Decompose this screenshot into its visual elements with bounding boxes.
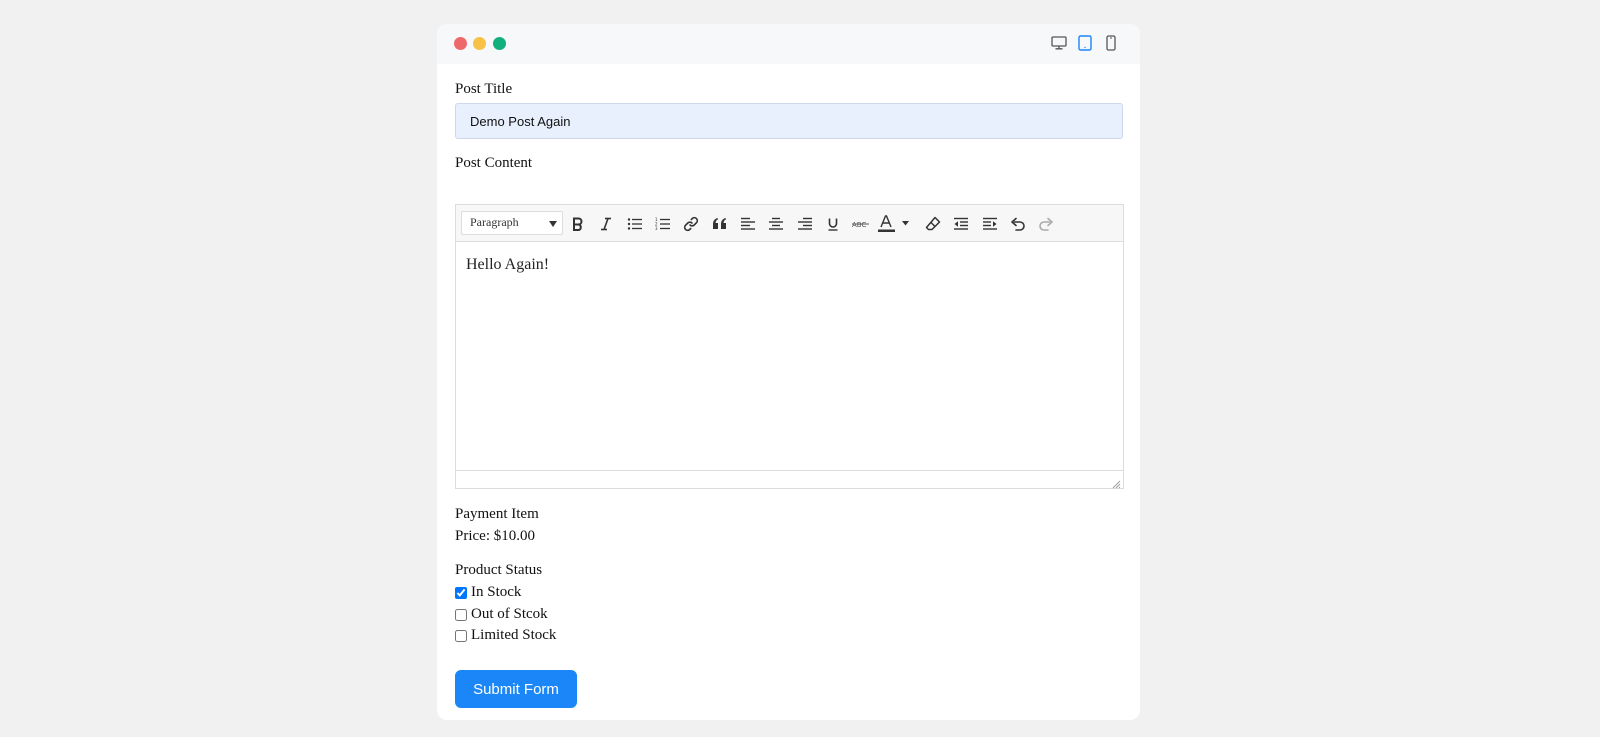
payment-item-label: Payment Item <box>455 506 539 522</box>
chevron-down-icon <box>549 221 557 227</box>
strikethrough-icon[interactable]: ABC <box>848 211 874 237</box>
maximize-window-button[interactable] <box>493 37 506 50</box>
in-stock-label: In Stock <box>471 584 522 600</box>
underline-icon[interactable] <box>820 211 846 237</box>
editor-toolbar: Paragraph 123 ABC <box>456 205 1123 242</box>
bold-icon[interactable] <box>565 211 591 237</box>
editor-statusbar <box>456 470 1123 489</box>
editor-content-area[interactable]: Hello Again! <box>456 242 1123 469</box>
numbered-list-icon[interactable]: 123 <box>650 211 676 237</box>
resize-handle-icon[interactable] <box>1111 476 1121 489</box>
text-color-icon[interactable] <box>876 211 912 237</box>
blockquote-icon[interactable] <box>707 211 733 237</box>
undo-icon[interactable] <box>1005 211 1031 237</box>
rich-text-editor: Paragraph 123 ABC Hello Again! <box>455 204 1124 489</box>
post-content-label: Post Content <box>455 155 533 171</box>
editor-body-text: Hello Again! <box>466 256 550 273</box>
product-status-label: Product Status <box>455 562 543 578</box>
out-of-stock-label: Out of Stcok <box>471 606 548 622</box>
close-window-button[interactable] <box>454 37 467 50</box>
italic-icon[interactable] <box>593 211 619 237</box>
desktop-icon[interactable] <box>1050 33 1068 53</box>
app-window: Post Title Post Content Paragraph <box>437 24 1140 720</box>
clear-formatting-icon[interactable] <box>920 211 946 237</box>
out-of-stock-checkbox[interactable] <box>455 608 467 621</box>
redo-icon[interactable] <box>1033 211 1059 237</box>
align-center-icon[interactable] <box>763 211 789 237</box>
svg-text:3: 3 <box>655 226 658 231</box>
outdent-icon[interactable] <box>948 211 974 237</box>
post-title-label: Post Title <box>455 81 513 97</box>
link-icon[interactable] <box>678 211 704 237</box>
limited-stock-label: Limited Stock <box>471 627 557 643</box>
limited-stock-checkbox[interactable] <box>455 629 467 642</box>
post-title-input[interactable] <box>455 103 1123 139</box>
bullet-list-icon[interactable] <box>622 211 648 237</box>
window-titlebar <box>437 24 1140 64</box>
submit-form-button[interactable]: Submit Form <box>455 670 577 708</box>
device-preview-switcher <box>1050 33 1120 53</box>
block-format-select[interactable]: Paragraph <box>461 211 563 235</box>
status-option-limited-stock[interactable]: Limited Stock <box>455 627 556 644</box>
tablet-icon[interactable] <box>1076 33 1094 53</box>
status-option-out-of-stock[interactable]: Out of Stcok <box>455 606 548 623</box>
minimize-window-button[interactable] <box>473 37 486 50</box>
in-stock-checkbox[interactable] <box>455 586 467 599</box>
svg-text:ABC: ABC <box>852 221 866 229</box>
indent-icon[interactable] <box>977 211 1003 237</box>
align-right-icon[interactable] <box>792 211 818 237</box>
mobile-icon[interactable] <box>1102 33 1120 53</box>
status-option-in-stock[interactable]: In Stock <box>455 584 521 601</box>
price-text: Price: $10.00 <box>455 528 535 544</box>
align-left-icon[interactable] <box>735 211 761 237</box>
block-format-value: Paragraph <box>470 215 519 229</box>
